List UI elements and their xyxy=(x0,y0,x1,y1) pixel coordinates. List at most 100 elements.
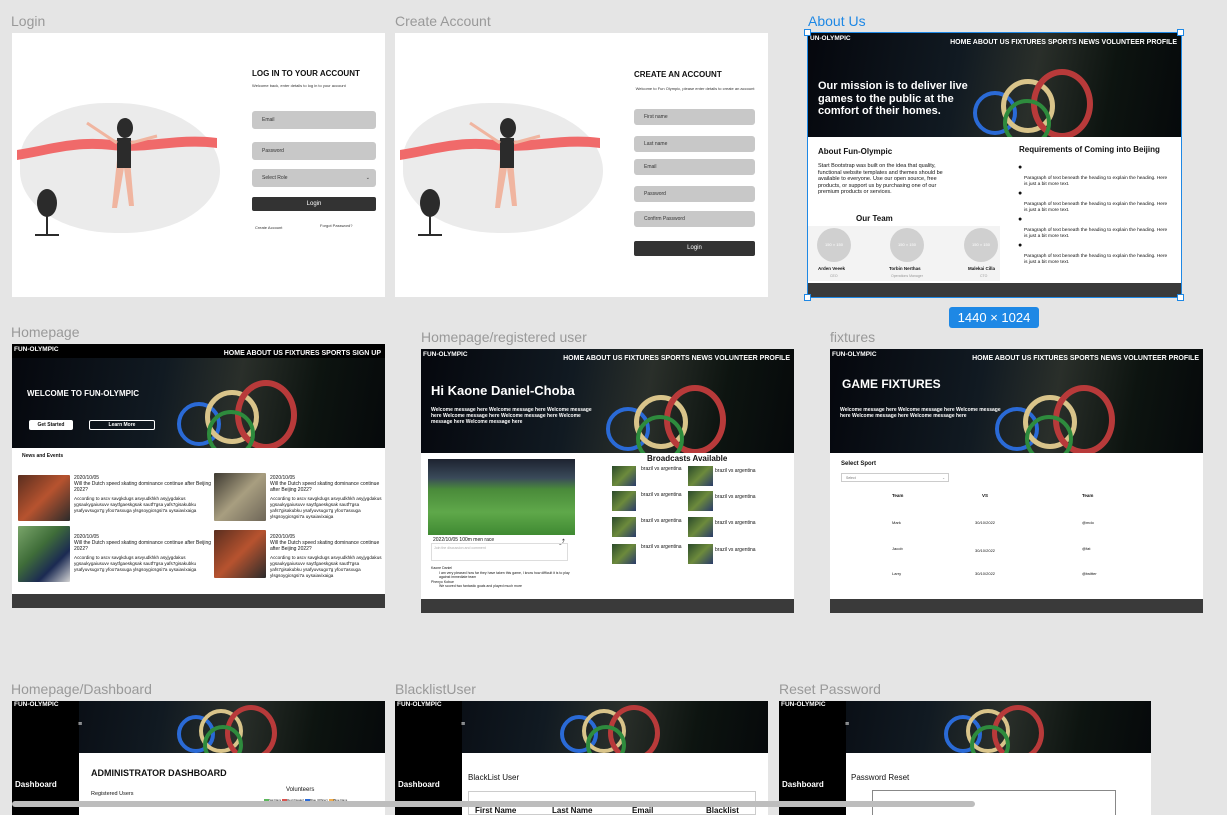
brand-logo[interactable]: FUN-OLYMPIC xyxy=(14,701,59,708)
brand-logo[interactable]: FUN-OLYMPIC xyxy=(14,346,59,353)
table-cell: Mark xyxy=(892,520,901,525)
create-account-login-button[interactable]: Login xyxy=(634,241,755,256)
broadcast-label[interactable]: brazil vs argentina xyxy=(715,494,756,500)
resize-handle[interactable] xyxy=(1177,29,1184,36)
frame-label-blacklist[interactable]: BlacklistUser xyxy=(395,681,476,697)
frame-label-create-account[interactable]: Create Account xyxy=(395,13,491,29)
broadcast-label[interactable]: brazil vs argentina xyxy=(641,466,682,472)
menu-icon[interactable]: ≡ xyxy=(461,721,465,728)
homepage-frame[interactable]: FUN-OLYMPIC HOME ABOUT US FIXTURES SPORT… xyxy=(12,344,385,608)
nav-links[interactable]: HOME ABOUT US FIXTURES SPORTS NEWS VOLUN… xyxy=(972,355,1199,362)
brand-logo[interactable]: UN-OLYMPIC xyxy=(810,35,851,42)
broadcast-thumbnail[interactable] xyxy=(688,466,713,486)
menu-icon[interactable]: ≡ xyxy=(78,721,82,728)
table-header: VS xyxy=(982,493,989,498)
reset-sidebar: FUN-OLYMPIC Dashboard xyxy=(779,701,846,815)
avatar: 150 × 150 xyxy=(964,228,998,262)
broadcast-label[interactable]: brazil vs argentina xyxy=(715,547,756,553)
news-item[interactable]: 2020/10/05 Will the Dutch speed skating … xyxy=(74,534,214,573)
news-image xyxy=(18,475,70,521)
fixtures-frame[interactable]: FUN-OLYMPIC HOME ABOUT US FIXTURES SPORT… xyxy=(830,349,1203,613)
brand-logo[interactable]: FUN-OLYMPIC xyxy=(781,701,826,708)
blacklist-sidebar: FUN-OLYMPIC Dashboard xyxy=(395,701,462,815)
horizontal-scrollbar[interactable] xyxy=(12,801,975,807)
sport-select[interactable]: Select ⌄ xyxy=(841,473,949,482)
broadcast-thumbnail[interactable] xyxy=(688,517,713,537)
requirements-heading: Requirements of Coming into Beijing xyxy=(1019,145,1160,154)
frame-label-about[interactable]: About Us xyxy=(808,13,866,29)
fixtures-footer xyxy=(830,599,1203,613)
create-account-frame[interactable]: CREATE AN ACCOUNT Welcome to Fun Olympic… xyxy=(395,33,768,297)
get-started-button[interactable]: Get Started xyxy=(29,420,73,430)
nav-links[interactable]: HOME ABOUT US FIXTURES SPORTS SIGN UP xyxy=(224,350,381,357)
resize-handle[interactable] xyxy=(804,294,811,301)
broadcast-label[interactable]: brazil vs argentina xyxy=(641,518,682,524)
news-image xyxy=(18,526,70,582)
frame-label-fixtures[interactable]: fixtures xyxy=(830,329,875,345)
login-button[interactable]: Login xyxy=(252,197,376,211)
about-footer xyxy=(808,283,1181,297)
chevron-down-icon: ⌄ xyxy=(942,476,945,480)
last-name-field[interactable]: Last name xyxy=(634,136,755,152)
nav-links[interactable]: HOME ABOUT US FIXTURES SPORTS NEWS VOLUN… xyxy=(563,355,790,362)
news-item[interactable]: 2020/10/05 Will the Dutch speed skating … xyxy=(270,475,382,520)
menu-icon[interactable]: ≡ xyxy=(845,721,849,728)
role-select[interactable]: Select Role ⌄ xyxy=(252,169,376,187)
about-frame[interactable]: UN-OLYMPIC HOME ABOUT US FIXTURES SPORTS… xyxy=(808,33,1181,297)
login-frame[interactable]: LOG IN TO YOUR ACCOUNT Welcome back, ent… xyxy=(12,33,385,297)
comment-input[interactable]: Join the discussion and comment xyxy=(431,543,568,561)
broadcast-thumbnail[interactable] xyxy=(612,491,636,511)
reset-password-frame[interactable]: FUN-OLYMPIC Dashboard ≡ Password Reset xyxy=(779,701,1151,815)
broadcast-thumbnail[interactable] xyxy=(612,517,636,537)
frame-label-registered[interactable]: Homepage/registered user xyxy=(421,329,587,345)
forgot-password-link[interactable]: Forgot Password? xyxy=(320,223,352,228)
broadcasts-heading: Broadcasts Available xyxy=(647,454,728,463)
email-field[interactable]: Email xyxy=(634,159,755,175)
table-cell: 30/10/2022 xyxy=(975,548,996,553)
list-item: ● Paragraph of text beneath the heading … xyxy=(1018,216,1168,239)
frame-label-homepage[interactable]: Homepage xyxy=(11,324,80,340)
confirm-password-field[interactable]: Confirm Password xyxy=(634,211,755,227)
frame-label-reset[interactable]: Reset Password xyxy=(779,681,881,697)
video-player[interactable] xyxy=(428,459,575,535)
login-email-field[interactable]: Email xyxy=(252,111,376,129)
first-name-field[interactable]: First name xyxy=(634,109,755,125)
broadcast-thumbnail[interactable] xyxy=(688,491,713,511)
broadcast-thumbnail[interactable] xyxy=(688,544,713,564)
blacklist-frame[interactable]: FUN-OLYMPIC Dashboard ≡ BlackList User F… xyxy=(395,701,768,815)
login-password-field[interactable]: Password xyxy=(252,142,376,160)
broadcast-label[interactable]: brazil vs argentina xyxy=(715,520,756,526)
reset-title: Password Reset xyxy=(851,773,910,782)
create-account-link[interactable]: Create Account xyxy=(255,225,282,230)
about-heading: About Fun-Olympic xyxy=(818,147,893,156)
avatar: 150 × 150 xyxy=(817,228,851,262)
brand-logo[interactable]: FUN-OLYMPIC xyxy=(423,351,468,358)
brand-logo[interactable]: FUN-OLYMPIC xyxy=(397,701,442,708)
nav-links[interactable]: HOME ABOUT US FIXTURES SPORTS NEWS VOLUN… xyxy=(950,39,1177,46)
resize-handle[interactable] xyxy=(1177,294,1184,301)
brand-logo[interactable]: FUN-OLYMPIC xyxy=(832,351,877,358)
broadcast-label[interactable]: brazil vs argentina xyxy=(641,544,682,550)
sidebar-item-dashboard[interactable]: Dashboard xyxy=(782,780,824,789)
table-cell: @twitter xyxy=(1082,571,1097,576)
news-item[interactable]: 2020/10/05 Will the Dutch speed skating … xyxy=(270,534,382,579)
frame-label-dashboard[interactable]: Homepage/Dashboard xyxy=(11,681,152,697)
broadcast-thumbnail[interactable] xyxy=(612,544,636,564)
dashboard-frame[interactable]: FUN-OLYMPIC Dashboard ≡ ADMINISTRATOR DA… xyxy=(12,701,385,815)
password-field[interactable]: Password xyxy=(634,186,755,202)
user-icon: ● xyxy=(1018,242,1023,249)
frame-label-login[interactable]: Login xyxy=(11,13,45,29)
broadcast-label[interactable]: brazil vs argentina xyxy=(715,468,756,474)
sidebar-item-dashboard[interactable]: Dashboard xyxy=(398,780,440,789)
registered-user-frame[interactable]: FUN-OLYMPIC HOME ABOUT US FIXTURES SPORT… xyxy=(421,349,794,613)
comment-text: We scored two fantastic goals and played… xyxy=(439,584,523,588)
news-item[interactable]: 2020/10/05 Will the Dutch speed skating … xyxy=(74,475,214,514)
volunteers-label: Volunteers xyxy=(286,787,315,793)
welcome-message: Welcome message here Welcome message her… xyxy=(431,407,592,425)
broadcast-label[interactable]: brazil vs argentina xyxy=(641,492,682,498)
learn-more-button[interactable]: Learn More xyxy=(89,420,155,430)
broadcast-thumbnail[interactable] xyxy=(612,466,636,486)
resize-handle[interactable] xyxy=(804,29,811,36)
login-subtitle: Welcome back, enter details to log in to… xyxy=(252,83,346,88)
sidebar-item-dashboard[interactable]: Dashboard xyxy=(15,780,57,789)
